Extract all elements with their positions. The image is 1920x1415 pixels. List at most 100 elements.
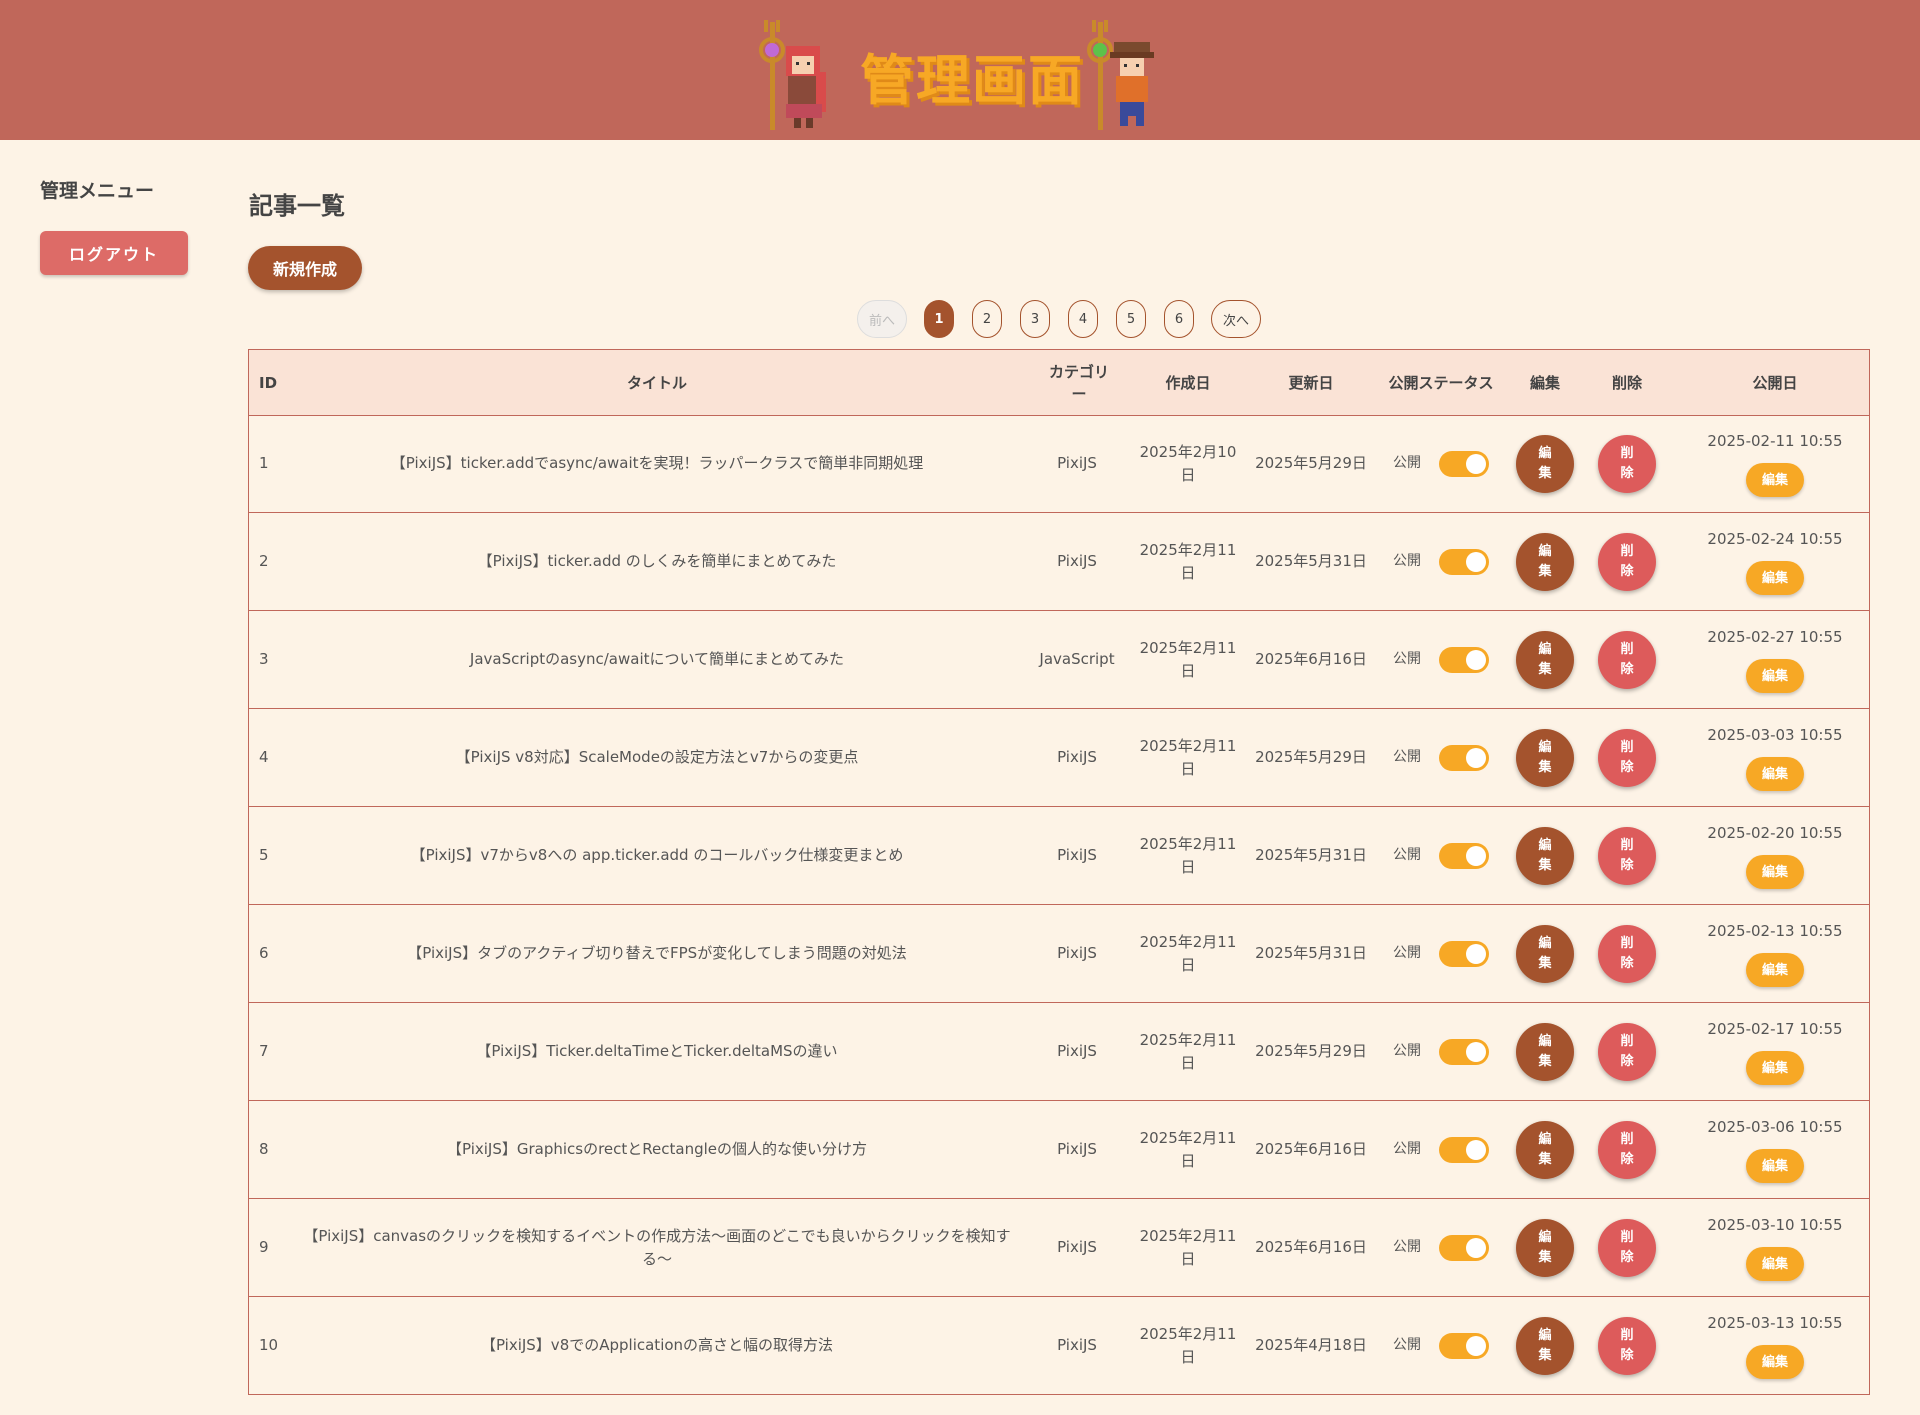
edit-button[interactable]: 編 集 (1516, 1218, 1574, 1277)
cell-created: 2025年2月11日 (1139, 1226, 1237, 1268)
toggle-knob (1466, 1237, 1486, 1258)
header-updated: 更新日 (1288, 373, 1334, 392)
edit-button[interactable]: 編 集 (1516, 434, 1574, 493)
published-date: 2025-03-13 10:55 (1707, 1314, 1843, 1332)
delete-button[interactable]: 削 除 (1598, 1218, 1656, 1277)
cell-edit: 編 集 (1511, 1101, 1579, 1198)
page-button-3[interactable]: 3 (1020, 300, 1050, 338)
cell-updated: 2025年5月31日 (1255, 846, 1367, 864)
publish-toggle[interactable] (1439, 1038, 1489, 1065)
cell-edit: 編 集 (1511, 513, 1579, 610)
app-title: 管理画面 (860, 49, 1084, 112)
published-edit-button[interactable]: 編集 (1746, 953, 1804, 987)
page-button-2[interactable]: 2 (972, 300, 1002, 338)
publish-toggle[interactable] (1439, 646, 1489, 673)
page-button-4[interactable]: 4 (1068, 300, 1098, 338)
edit-button[interactable]: 編 集 (1516, 826, 1574, 885)
edit-button[interactable]: 編 集 (1516, 1316, 1574, 1375)
cell-edit: 編 集 (1511, 1003, 1579, 1100)
cell-created: 2025年2月11日 (1139, 1128, 1237, 1170)
delete-button[interactable]: 削 除 (1598, 532, 1656, 591)
pagination: 前へ 1 2 3 4 5 6 次へ (0, 300, 1920, 340)
delete-button[interactable]: 削 除 (1598, 1316, 1656, 1375)
delete-button[interactable]: 削 除 (1598, 1022, 1656, 1081)
edit-button[interactable]: 編 集 (1516, 728, 1574, 787)
cell-created: 2025年2月11日 (1139, 932, 1237, 974)
published-edit-button[interactable]: 編集 (1746, 1149, 1804, 1183)
cell-published: 2025-02-13 10:55 編集 (1681, 905, 1869, 1002)
publish-toggle[interactable] (1439, 1332, 1489, 1359)
cell-created: 2025年2月11日 (1139, 638, 1237, 680)
header-delete: 削除 (1611, 373, 1642, 392)
next-page-button[interactable]: 次へ (1211, 300, 1261, 338)
cell-category: PixiJS (1057, 1238, 1097, 1256)
cell-category: PixiJS (1057, 552, 1097, 570)
cell-created: 2025年2月11日 (1139, 834, 1237, 876)
cell-status: 公開 (1381, 1199, 1501, 1296)
cell-title: 【PixiJS】ticker.addでasync/awaitを実現！ラッパークラ… (390, 454, 924, 472)
toggle-knob (1466, 1139, 1486, 1160)
edit-button[interactable]: 編 集 (1516, 1120, 1574, 1179)
header-published: 公開日 (1752, 373, 1798, 392)
delete-button[interactable]: 削 除 (1598, 434, 1656, 493)
published-edit-button[interactable]: 編集 (1746, 855, 1804, 889)
cell-delete: 削 除 (1593, 611, 1661, 708)
page-button-6[interactable]: 6 (1164, 300, 1194, 338)
delete-button[interactable]: 削 除 (1598, 826, 1656, 885)
published-edit-button[interactable]: 編集 (1746, 1247, 1804, 1281)
page-button-5[interactable]: 5 (1116, 300, 1146, 338)
cell-edit: 編 集 (1511, 415, 1579, 512)
table-row: 4 【PixiJS v8対応】ScaleModeの設定方法とv7からの変更点 P… (249, 709, 1869, 807)
edit-button[interactable]: 編 集 (1516, 1022, 1574, 1081)
published-edit-button[interactable]: 編集 (1746, 561, 1804, 595)
table-row: 9 【PixiJS】canvasのクリックを検知するイベントの作成方法〜画面のど… (249, 1199, 1869, 1297)
cell-published: 2025-02-20 10:55 編集 (1681, 807, 1869, 904)
delete-button[interactable]: 削 除 (1598, 728, 1656, 787)
cell-edit: 編 集 (1511, 611, 1579, 708)
edit-button[interactable]: 編 集 (1516, 630, 1574, 689)
cell-updated: 2025年5月29日 (1255, 748, 1367, 766)
page-button-1[interactable]: 1 (924, 300, 954, 338)
published-edit-button[interactable]: 編集 (1746, 757, 1804, 791)
table-row: 8 【PixiJS】GraphicsのrectとRectangleの個人的な使い… (249, 1101, 1869, 1199)
published-edit-button[interactable]: 編集 (1746, 1345, 1804, 1379)
cell-updated: 2025年5月29日 (1255, 454, 1367, 472)
published-edit-button[interactable]: 編集 (1746, 659, 1804, 693)
publish-toggle[interactable] (1439, 940, 1489, 967)
prev-page-button[interactable]: 前へ (857, 300, 907, 338)
publish-toggle[interactable] (1439, 744, 1489, 771)
cell-updated: 2025年6月16日 (1255, 650, 1367, 668)
edit-button[interactable]: 編 集 (1516, 532, 1574, 591)
published-edit-button[interactable]: 編集 (1746, 463, 1804, 497)
cell-edit: 編 集 (1511, 807, 1579, 904)
delete-button[interactable]: 削 除 (1598, 924, 1656, 983)
publish-toggle[interactable] (1439, 1234, 1489, 1261)
publish-toggle[interactable] (1439, 548, 1489, 575)
articles-table: ID タイトル カテゴリー 作成日 更新日 公開ステータス 編集 削除 公開日 … (248, 349, 1870, 1395)
published-date: 2025-02-13 10:55 (1707, 922, 1843, 940)
cell-category: PixiJS (1057, 1336, 1097, 1354)
cell-title: 【PixiJS】タブのアクティブ切り替えでFPSが変化してしまう問題の対処法 (407, 944, 907, 962)
cell-title: 【PixiJS】v8でのApplicationの高さと幅の取得方法 (480, 1336, 834, 1354)
cell-title: 【PixiJS】ticker.add のしくみを簡単にまとめてみた (477, 552, 837, 570)
cell-updated: 2025年5月31日 (1255, 944, 1367, 962)
publish-toggle[interactable] (1439, 842, 1489, 869)
status-label: 公開 (1393, 1043, 1421, 1059)
published-edit-button[interactable]: 編集 (1746, 1051, 1804, 1085)
publish-toggle[interactable] (1439, 1136, 1489, 1163)
page-title: 記事一覧 (249, 192, 345, 220)
toggle-knob (1466, 1041, 1486, 1062)
cell-delete: 削 除 (1593, 415, 1661, 512)
cell-delete: 削 除 (1593, 1101, 1661, 1198)
header: 管理画面 (0, 0, 1920, 140)
cell-status: 公開 (1381, 415, 1501, 512)
table-row: 2 【PixiJS】ticker.add のしくみを簡単にまとめてみた Pixi… (249, 513, 1869, 611)
delete-button[interactable]: 削 除 (1598, 630, 1656, 689)
publish-toggle[interactable] (1439, 450, 1489, 477)
edit-button[interactable]: 編 集 (1516, 924, 1574, 983)
new-article-button[interactable]: 新規作成 (248, 246, 362, 290)
status-label: 公開 (1393, 749, 1421, 765)
sidebar-title: 管理メニュー (40, 180, 155, 202)
delete-button[interactable]: 削 除 (1598, 1120, 1656, 1179)
logout-button[interactable]: ログアウト (40, 231, 188, 275)
